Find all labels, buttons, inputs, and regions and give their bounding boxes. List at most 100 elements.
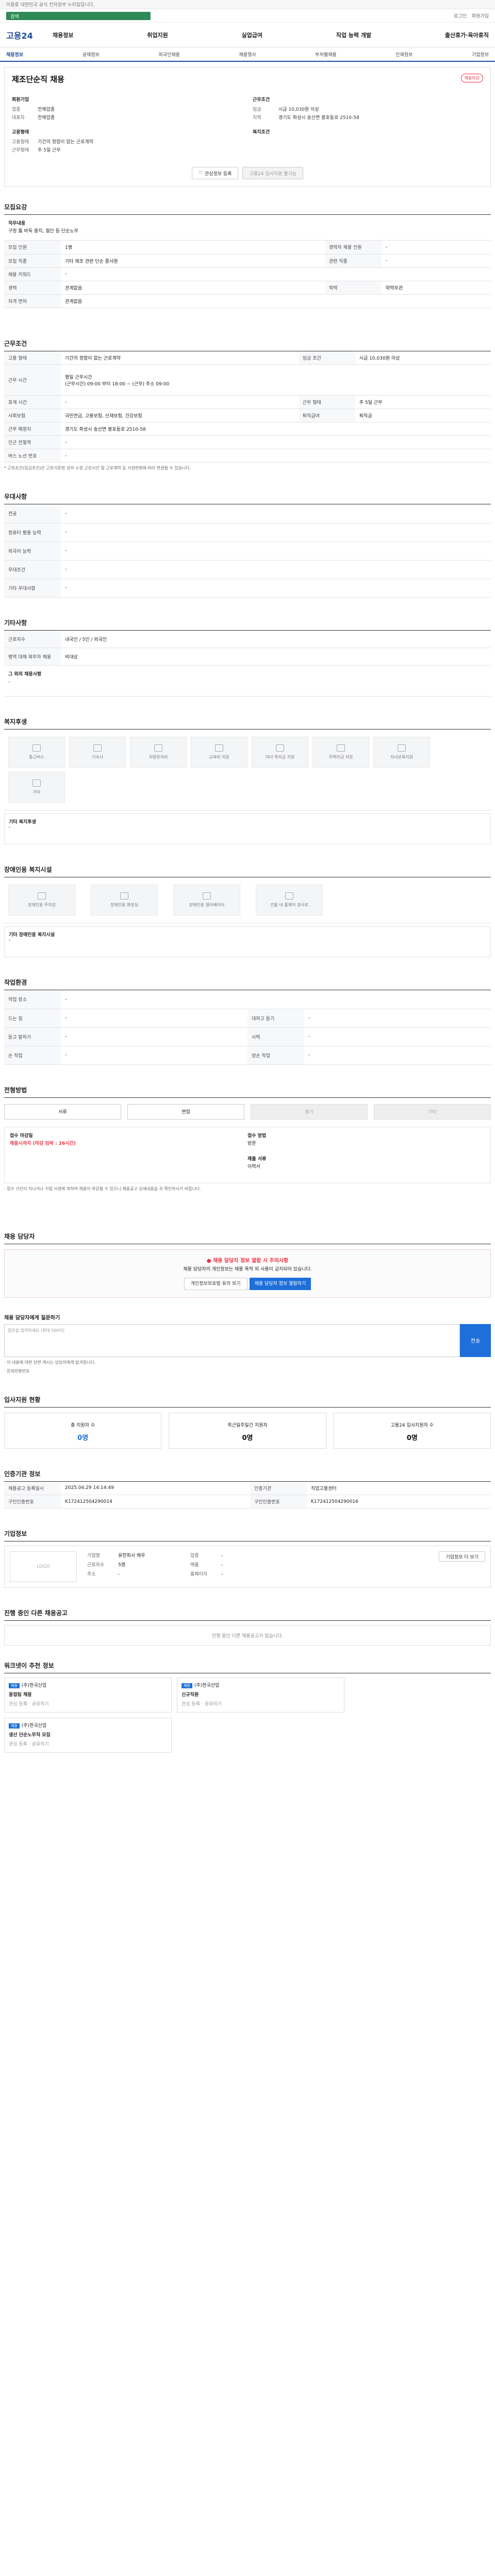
table-cell: - xyxy=(61,449,491,463)
recommend-card[interactable]: 채용 (주)한국산업 신규직원 관심 등록 · 공유하기 xyxy=(177,1677,344,1713)
section-heading: 복지후생 xyxy=(4,717,491,730)
gnb-item[interactable]: 채용정보 xyxy=(53,31,73,39)
gnb-item[interactable]: 실업급여 xyxy=(241,31,262,39)
table-cell: 전공 xyxy=(4,504,61,523)
recommend-card[interactable]: 채용 (주)한국산업 생산 단순노무직 모집 관심 등록 · 공유하기 xyxy=(4,1718,172,1753)
row-key: 대표자 xyxy=(12,115,25,121)
subnav-item[interactable]: 부처별채용 xyxy=(315,51,336,58)
table-cell: 구인인증번호 xyxy=(4,1495,61,1509)
car-icon xyxy=(154,744,162,752)
subnav-item[interactable]: 외국인채용 xyxy=(158,51,179,58)
row-value: 전체업종 xyxy=(38,107,55,112)
table-cell: 인근 전철역 xyxy=(4,435,61,449)
disability-note: - xyxy=(9,938,11,943)
table-cell: 채용공고 등록일시 xyxy=(4,1481,61,1495)
header: 고용24 채용정보 취업지원 실업급여 직업 능력 개발 출산휴가·육아휴직 xyxy=(0,23,495,47)
sel-written: 필기 xyxy=(251,1104,368,1120)
company-box: LOGO 기업명 유한회사 해우 업종 - 근로자수 5명 매출 - 주소 - 홈페이지 - 기업… xyxy=(4,1546,491,1588)
section-environment: 작업환경 작업 장소 - 드는 힘 - 대하고 듣기 - 듣고 말하기 - 시력 - 손 작업… xyxy=(4,978,491,1065)
section-recommend: 워크넷이 추천 정보 채용 (주)한국산업 용접팀 채용 관심 등록 · 공유하기 채… xyxy=(4,1661,491,1753)
conditions-note: * 근로조건(임금조건)은 근로기준법 상의 소정 근로시간 및 근로계약 등 … xyxy=(4,466,191,470)
welfare-item: 차량유지비 xyxy=(130,737,187,768)
table-cell: 근무 형태 xyxy=(298,395,355,409)
row-key: 업종 xyxy=(12,107,21,112)
table-cell: 관련 직종 xyxy=(324,254,382,268)
signup-link[interactable]: 회원가입 xyxy=(472,12,489,19)
table-cell: - xyxy=(381,254,491,268)
welfare-note: - xyxy=(9,825,11,830)
table-cell: 기간의 정함이 없는 근로계약 xyxy=(61,351,299,365)
facility-item: 장애인용 주차장 xyxy=(8,885,75,916)
table-cell: 듣고 말하기 xyxy=(4,1027,61,1046)
subnav-item[interactable]: 기업정보 xyxy=(472,51,489,58)
apply-button[interactable]: 고용24 입사지원 불가능 xyxy=(242,167,304,179)
question-input[interactable]: 질문을 입력하세요 (최대 500자) xyxy=(4,1324,460,1357)
subnav-item[interactable]: 공채정보 xyxy=(82,51,100,58)
etc-icon xyxy=(32,779,41,787)
search-input[interactable]: 검색 xyxy=(6,11,151,20)
table-cell: 2025.04.29 14:14:49 xyxy=(61,1481,250,1495)
table-cell: 모집 직종 xyxy=(4,254,61,268)
table-cell: 경기도 화성시 송산면 봉호동로 2510-58 xyxy=(61,422,491,436)
facility-item: 장애인용 엘리베이터 xyxy=(173,885,240,916)
subnav-item[interactable]: 인재정보 xyxy=(395,51,412,58)
child-icon xyxy=(398,744,406,752)
page-title: 제조단순직 채용 xyxy=(12,75,64,84)
environment-table: 작업 장소 - 드는 힘 - 대하고 듣기 - 듣고 말하기 - 시력 - 손 작업 - 양손 작… xyxy=(4,990,491,1065)
book-icon xyxy=(215,744,223,752)
table-cell: 휴게 시간 xyxy=(4,395,61,409)
conditions-table: 고용 형태 기간의 정함이 없는 근로계약 임금 조건 시급 10,030원 이상 근… xyxy=(4,351,491,463)
table-cell: 기타 제조 관련 단순 종사원 xyxy=(61,254,325,268)
question-note: · 이 내용에 대한 답변 게시는 담당자에게 맡겨집니다. xyxy=(4,1360,96,1365)
subnav-item[interactable]: 채용행사 xyxy=(239,51,256,58)
table-cell: 1명 xyxy=(61,241,325,255)
table-cell: 근무 예정지 xyxy=(4,422,61,436)
alert-icon: ● xyxy=(206,1258,211,1264)
section-manager: 채용 담당자 ● 채용 담당자 정보 열람 시 주의사항 채용 담당자의 개인정… xyxy=(4,1232,491,1298)
section-applicants: 입사지원 현황 총 지원자 수 0명 최근일주일간 지원자 0명 고용24 입사지원… xyxy=(4,1395,491,1449)
table-cell: 드는 힘 xyxy=(4,1009,61,1028)
welfare-item: 기타 xyxy=(8,772,65,803)
table-cell: 근무 시간 xyxy=(4,364,61,396)
company-more-button[interactable]: 기업정보 더 보기 xyxy=(439,1551,485,1562)
recommend-card[interactable]: 채용 (주)한국산업 용접팀 채용 관심 등록 · 공유하기 xyxy=(4,1677,172,1713)
table-cell: 퇴직금 xyxy=(355,409,491,422)
section-conditions: 근무조건 고용 형태 기간의 정함이 없는 근로계약 임금 조건 시급 10,030원… xyxy=(4,339,491,472)
section-agency: 인증기관 정보 채용공고 등록일시 2025.04.29 14:14:49 인증기관… xyxy=(4,1469,491,1509)
row-value: 기간의 정함이 없는 근로계약 xyxy=(38,140,93,145)
send-button[interactable]: 전송 xyxy=(460,1324,491,1357)
section-welfare: 복지후생 통근버스 기숙사 차량유지비 교육비 지원 자녀 학자금 지원 주택자… xyxy=(4,717,491,844)
section-heading: 채용 담당자에게 질문하기 xyxy=(4,1315,60,1321)
view-manager-button[interactable]: 채용 담당자 정보 열람하기 xyxy=(249,1277,311,1290)
table-cell: 외국어 능력 xyxy=(4,541,61,561)
bookmark-button[interactable]: ♡ 관심정보 등록 xyxy=(191,167,239,179)
parking-icon xyxy=(38,892,46,900)
table-cell: - xyxy=(61,1046,248,1065)
table-cell: 사회보험 xyxy=(4,409,61,422)
condition-info: 근무조건 임금 시급 10,030원 이상 지역 경기도 화성시 송산면 봉호동로 … xyxy=(253,96,483,155)
table-cell: 시력 xyxy=(248,1027,304,1046)
table-cell: 대하고 듣기 xyxy=(248,1009,304,1028)
facility-item: 건물 내 휠체어 경사로 xyxy=(256,885,323,916)
row-value: 경기도 화성시 송산면 봉호동로 2510-58 xyxy=(278,115,359,121)
disability-note-heading: 기타 장애인용 복지시설 xyxy=(9,933,55,938)
table-cell: 경력자 채용 인원 xyxy=(324,241,382,255)
row-key: 임금 xyxy=(253,107,261,112)
table-cell: - xyxy=(61,267,491,281)
section-heading: 입사지원 현황 xyxy=(4,1395,491,1408)
section-heading: 모집요강 xyxy=(4,202,491,215)
gnb-item[interactable]: 취업지원 xyxy=(147,31,168,39)
table-cell: 양손 작업 xyxy=(248,1046,304,1065)
gnb-item[interactable]: 직업 능력 개발 xyxy=(336,31,371,39)
login-link[interactable]: 로그인 xyxy=(454,12,467,19)
site-logo[interactable]: 고용24 xyxy=(6,29,53,41)
section-heading: 장애인용 복지시설 xyxy=(4,865,491,877)
gnb-item[interactable]: 출산휴가·육아휴직 xyxy=(445,31,489,39)
subnav-item[interactable]: 채용정보 xyxy=(6,51,23,58)
section-heading: 진행 중인 다른 채용공고 xyxy=(4,1608,491,1621)
process-box: 접수 마감일 채용시까지 (마감 임박 : 26시간) 접수 방법 방문 제출 서류 이… xyxy=(4,1126,491,1183)
applicant-card: 고용24 입사지원자 수 0명 xyxy=(333,1412,491,1449)
table-cell: 컴퓨터 활용 능력 xyxy=(4,523,61,542)
privacy-button[interactable]: 개인정보보호법 유의 보기 xyxy=(184,1277,248,1290)
table-cell: 학력 xyxy=(324,281,382,295)
